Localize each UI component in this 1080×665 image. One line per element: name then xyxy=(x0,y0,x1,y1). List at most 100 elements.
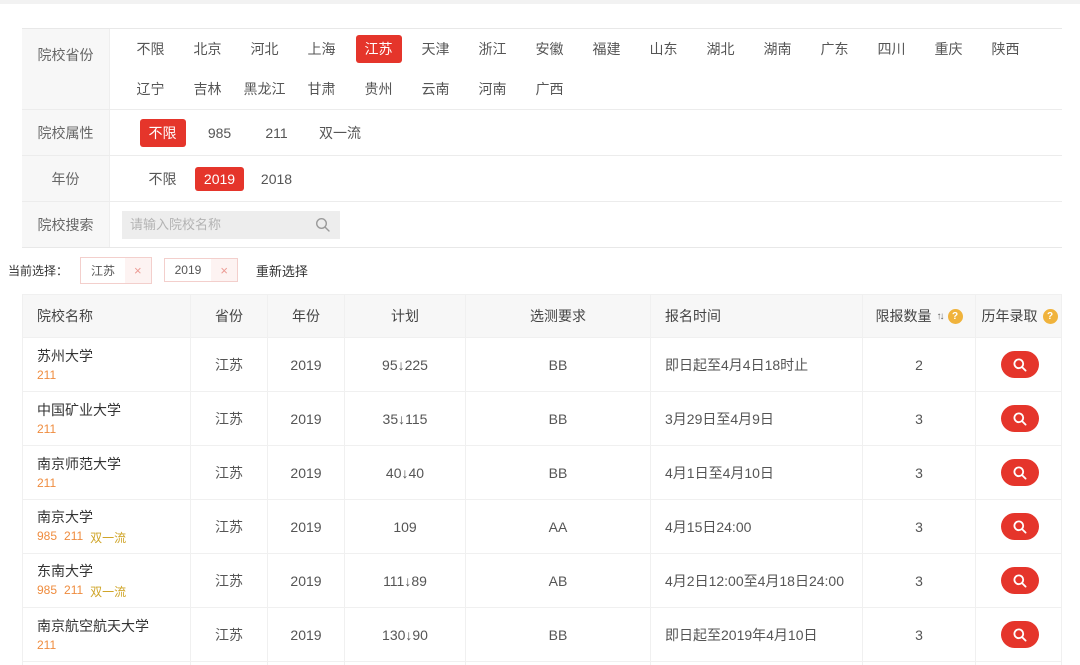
filter-panel: 院校省份 不限 北京 河北 上海 江苏 天津 浙江 安徽 福建 山东 湖北 湖南… xyxy=(22,28,1062,248)
history-cell xyxy=(976,446,1063,499)
province-option-label: 广西 xyxy=(527,75,573,103)
history-search-button[interactable] xyxy=(1001,405,1039,432)
history-search-button[interactable] xyxy=(1001,351,1039,378)
province-option[interactable]: 贵州 xyxy=(350,75,407,103)
history-search-button[interactable] xyxy=(1001,567,1039,594)
attribute-option-label: 不限 xyxy=(140,119,186,147)
help-icon[interactable]: ? xyxy=(1043,309,1058,324)
tag-211: 211 xyxy=(64,583,83,600)
province-line-1: 不限 北京 河北 上海 江苏 天津 浙江 安徽 福建 山东 湖北 湖南 广东 四… xyxy=(122,29,1062,69)
attribute-option-label: 211 xyxy=(256,121,296,145)
history-search-button[interactable] xyxy=(1001,513,1039,540)
year-cell: 2019 xyxy=(268,500,345,553)
search-area xyxy=(110,202,1062,247)
university-tags: 211 xyxy=(37,476,56,490)
time-cell: 4月2日12:00至4月18日24:00 xyxy=(651,554,863,607)
selected-filter-text: 江苏 xyxy=(81,258,125,283)
reset-selection-button[interactable]: 重新选择 xyxy=(256,261,308,280)
province-option[interactable]: 辽宁 xyxy=(122,75,179,103)
province-option-label: 湖南 xyxy=(755,35,801,63)
province-option[interactable]: 吉林 xyxy=(179,75,236,103)
province-option[interactable]: 湖南 xyxy=(749,35,806,63)
year-cell: 2019 xyxy=(268,554,345,607)
province-option[interactable]: 黑龙江 xyxy=(236,75,293,103)
province-option[interactable]: 广西 xyxy=(521,75,578,103)
attribute-option-selected[interactable]: 不限 xyxy=(134,119,191,147)
university-cell: 南京大学 985 211 双一流 xyxy=(23,500,191,553)
university-cell: 东南大学 985 211 双一流 xyxy=(23,554,191,607)
province-option[interactable]: 北京 xyxy=(179,35,236,63)
province-option[interactable]: 山东 xyxy=(635,35,692,63)
header-year: 年份 xyxy=(268,295,345,337)
selected-filter-tag: 江苏 × xyxy=(80,257,152,284)
current-selection-bar: 当前选择： 江苏 × 2019 × 重新选择 xyxy=(0,250,1080,290)
province-option[interactable]: 广东 xyxy=(806,35,863,63)
province-option[interactable]: 浙江 xyxy=(464,35,521,63)
university-name[interactable]: 南京师范大学 xyxy=(37,455,121,474)
province-option-label: 河南 xyxy=(470,75,516,103)
province-option[interactable]: 甘肃 xyxy=(293,75,350,103)
school-search-input[interactable] xyxy=(122,217,314,232)
tag-985: 985 xyxy=(37,529,57,546)
province-option-label: 贵州 xyxy=(356,75,402,103)
limit-cell: 3 xyxy=(863,554,976,607)
header-history: 历年录取 ? xyxy=(976,295,1063,337)
filter-row-search: 院校搜索 xyxy=(22,202,1062,247)
university-name[interactable]: 南京大学 xyxy=(37,508,93,527)
magnifier-icon xyxy=(1011,572,1029,590)
attribute-option[interactable]: 双一流 xyxy=(305,119,375,147)
province-option-selected[interactable]: 江苏 xyxy=(350,35,407,63)
time-cell: 4月15日24:00 xyxy=(651,500,863,553)
province-option-label: 辽宁 xyxy=(128,75,174,103)
attribute-option[interactable]: 211 xyxy=(248,121,305,145)
university-name[interactable]: 东南大学 xyxy=(37,562,93,581)
province-option-label: 陕西 xyxy=(983,35,1029,63)
province-option[interactable]: 上海 xyxy=(293,35,350,63)
university-cell: 中国矿业大学 211 xyxy=(23,392,191,445)
tag-double-first-class: 双一流 xyxy=(90,529,126,546)
plan-cell: 40↓40 xyxy=(345,446,466,499)
year-option-selected[interactable]: 2019 xyxy=(191,167,248,191)
filter-row-province: 院校省份 不限 北京 河北 上海 江苏 天津 浙江 安徽 福建 山东 湖北 湖南… xyxy=(22,29,1062,110)
university-name[interactable]: 南京航空航天大学 xyxy=(37,617,149,636)
province-option-label: 黑龙江 xyxy=(235,75,295,103)
year-cell: 2019 xyxy=(268,392,345,445)
filter-row-year: 年份 不限 2019 2018 xyxy=(22,156,1062,202)
year-option[interactable]: 不限 xyxy=(134,165,191,193)
province-option[interactable]: 湖北 xyxy=(692,35,749,63)
province-option-label: 重庆 xyxy=(926,35,972,63)
search-icon[interactable] xyxy=(314,216,340,234)
history-search-button[interactable] xyxy=(1001,459,1039,486)
filter-label-search: 院校搜索 xyxy=(22,202,110,247)
year-option[interactable]: 2018 xyxy=(248,167,305,191)
province-option-label: 上海 xyxy=(299,35,345,63)
tag-985: 985 xyxy=(37,583,57,600)
province-option[interactable]: 河南 xyxy=(464,75,521,103)
attribute-option[interactable]: 985 xyxy=(191,121,248,145)
help-icon[interactable]: ? xyxy=(948,309,963,324)
limit-cell: 3 xyxy=(863,392,976,445)
province-option[interactable]: 陕西 xyxy=(977,35,1034,63)
province-option[interactable]: 安徽 xyxy=(521,35,578,63)
history-search-button[interactable] xyxy=(1001,621,1039,648)
university-tags: 985 211 双一流 xyxy=(37,529,126,546)
university-name[interactable]: 中国矿业大学 xyxy=(37,401,121,420)
province-option[interactable]: 天津 xyxy=(407,35,464,63)
header-limit: 限报数量 ↑↓ ? xyxy=(863,295,976,337)
sort-icon[interactable]: ↑↓ xyxy=(937,311,943,322)
province-option[interactable]: 福建 xyxy=(578,35,635,63)
close-icon[interactable]: × xyxy=(211,259,237,281)
close-icon[interactable]: × xyxy=(125,258,151,283)
selection-cell: BB xyxy=(466,608,651,661)
province-option[interactable]: 不限 xyxy=(122,35,179,63)
plan-cell: 111↓89 xyxy=(345,554,466,607)
selection-cell: BB xyxy=(466,392,651,445)
province-option-label: 天津 xyxy=(413,35,459,63)
province-option[interactable]: 四川 xyxy=(863,35,920,63)
magnifier-icon xyxy=(1011,626,1029,644)
university-name[interactable]: 苏州大学 xyxy=(37,347,93,366)
province-option[interactable]: 河北 xyxy=(236,35,293,63)
province-option-label: 湖北 xyxy=(698,35,744,63)
province-option[interactable]: 重庆 xyxy=(920,35,977,63)
province-option[interactable]: 云南 xyxy=(407,75,464,103)
